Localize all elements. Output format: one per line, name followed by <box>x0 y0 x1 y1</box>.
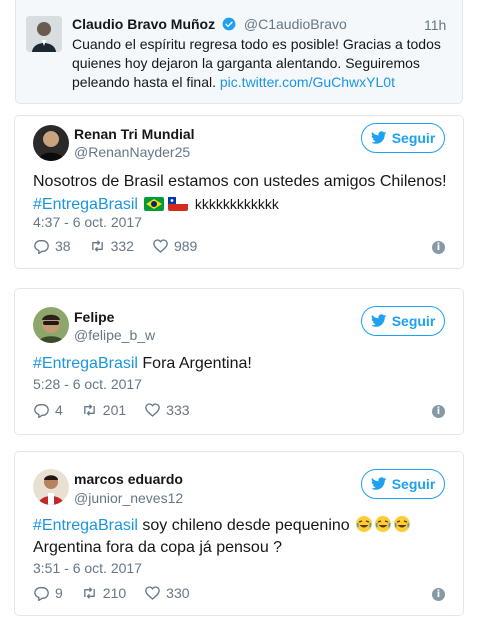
reply-icon <box>34 587 49 601</box>
heart-icon <box>153 239 168 253</box>
retweet-count: 332 <box>110 238 134 254</box>
hashtag-link[interactable]: #EntregaBrasil <box>33 517 138 534</box>
heart-icon <box>145 586 160 600</box>
avatar[interactable] <box>33 125 69 161</box>
quoted-text: Cuando el espíritu regresa todo es posib… <box>72 35 450 92</box>
follow-label: Seguir <box>391 476 436 492</box>
tweet-line: soy chileno desde pequenino <box>142 517 350 534</box>
quoted-author-name: Claudio Bravo Muñoz <box>72 16 216 32</box>
laughing-emoji-icon <box>394 516 411 532</box>
follow-label: Seguir <box>391 130 436 146</box>
hashtag-link[interactable]: #EntregaBrasil <box>33 196 138 213</box>
reply-button[interactable]: 38 <box>33 238 71 254</box>
laughing-emoji-icon <box>356 516 373 532</box>
brazil-flag-icon <box>144 197 165 211</box>
tweet-date[interactable]: 3:51 - 6 oct. 2017 <box>33 560 142 576</box>
like-button[interactable]: 989 <box>152 238 197 254</box>
author-name[interactable]: Renan Tri Mundial <box>74 126 195 142</box>
like-count: 989 <box>173 238 198 254</box>
tweet-actions: 38 332 989 <box>33 238 215 254</box>
hashtag-link[interactable]: #EntregaBrasil <box>33 355 138 372</box>
like-count: 333 <box>166 402 190 418</box>
laughing-emoji-icon <box>375 516 392 532</box>
tweet-text: Nosotros de Brasil estamos con ustedes a… <box>33 171 447 216</box>
follow-label: Seguir <box>391 313 436 329</box>
author-name[interactable]: marcos eduardo <box>74 471 183 487</box>
reply-count: 4 <box>55 402 63 418</box>
tweet-actions: 4 201 333 <box>33 402 208 418</box>
reply-button[interactable]: 4 <box>33 402 63 418</box>
follow-button[interactable]: Seguir <box>361 469 445 499</box>
retweet-icon <box>91 240 103 252</box>
avatar[interactable] <box>26 16 62 52</box>
tweet-actions: 9 210 330 <box>33 585 208 601</box>
heart-icon <box>145 403 160 417</box>
like-button[interactable]: 330 <box>144 585 190 601</box>
tweet-tail: Fora Argentina! <box>142 355 252 372</box>
tweet-line: Nosotros de Brasil estamos con ustedes a… <box>33 173 447 190</box>
info-icon[interactable]: i <box>432 241 445 254</box>
retweet-icon <box>83 404 95 416</box>
quoted-time[interactable]: 11h <box>424 17 446 33</box>
tweet-text: #EntregaBrasil soy chileno desde pequeni… <box>33 515 411 559</box>
author-handle[interactable]: @felipe_b_w <box>74 327 155 343</box>
author-name[interactable]: Felipe <box>74 309 114 325</box>
info-icon[interactable]: i <box>432 588 445 601</box>
reply-count: 38 <box>55 238 71 254</box>
author-handle[interactable]: @RenanNayder25 <box>74 144 190 160</box>
twitter-bird-icon <box>370 131 387 144</box>
tweet-line: Argentina fora da copa já pensou ? <box>33 539 283 556</box>
avatar[interactable] <box>33 307 69 343</box>
quoted-pic-link[interactable]: pic.twitter.com/GuChwxYL0t <box>220 74 395 90</box>
avatar[interactable] <box>33 469 69 505</box>
twitter-bird-icon <box>370 477 387 490</box>
tweet-card: Felipe @felipe_b_w Seguir #EntregaBrasil… <box>14 288 464 435</box>
quoted-author-handle: @C1audioBravo <box>243 16 347 32</box>
tweet-card: marcos eduardo @junior_neves12 Seguir #E… <box>14 451 464 616</box>
retweet-count: 210 <box>102 585 127 601</box>
reply-icon <box>34 404 49 418</box>
reply-count: 9 <box>55 585 63 601</box>
info-icon[interactable]: i <box>432 405 445 418</box>
follow-button[interactable]: Seguir <box>361 123 445 153</box>
tweet-date[interactable]: 4:37 - 6 oct. 2017 <box>33 214 142 230</box>
like-count: 330 <box>166 585 190 601</box>
twitter-bird-icon <box>370 314 387 327</box>
author-handle[interactable]: @junior_neves12 <box>74 490 183 506</box>
tweet-date[interactable]: 5:28 - 6 oct. 2017 <box>33 376 142 392</box>
tweet-card: Renan Tri Mundial @RenanNayder25 Seguir … <box>14 115 464 269</box>
retweet-icon <box>83 587 95 599</box>
retweet-button[interactable]: 210 <box>81 585 126 601</box>
like-button[interactable]: 333 <box>144 402 190 418</box>
retweet-button[interactable]: 332 <box>89 238 134 254</box>
tweet-tail: kkkkkkkkkkkk <box>194 196 279 212</box>
quoted-author[interactable]: Claudio Bravo Muñoz @C1audioBravo <box>72 16 347 32</box>
tweet-text: #EntregaBrasil Fora Argentina! <box>33 353 252 375</box>
follow-button[interactable]: Seguir <box>361 306 445 336</box>
chile-flag-icon <box>168 197 189 211</box>
retweet-count: 201 <box>102 402 127 418</box>
reply-button[interactable]: 9 <box>33 585 63 601</box>
verified-icon <box>222 17 236 31</box>
retweet-button[interactable]: 201 <box>81 402 126 418</box>
reply-icon <box>34 240 49 254</box>
